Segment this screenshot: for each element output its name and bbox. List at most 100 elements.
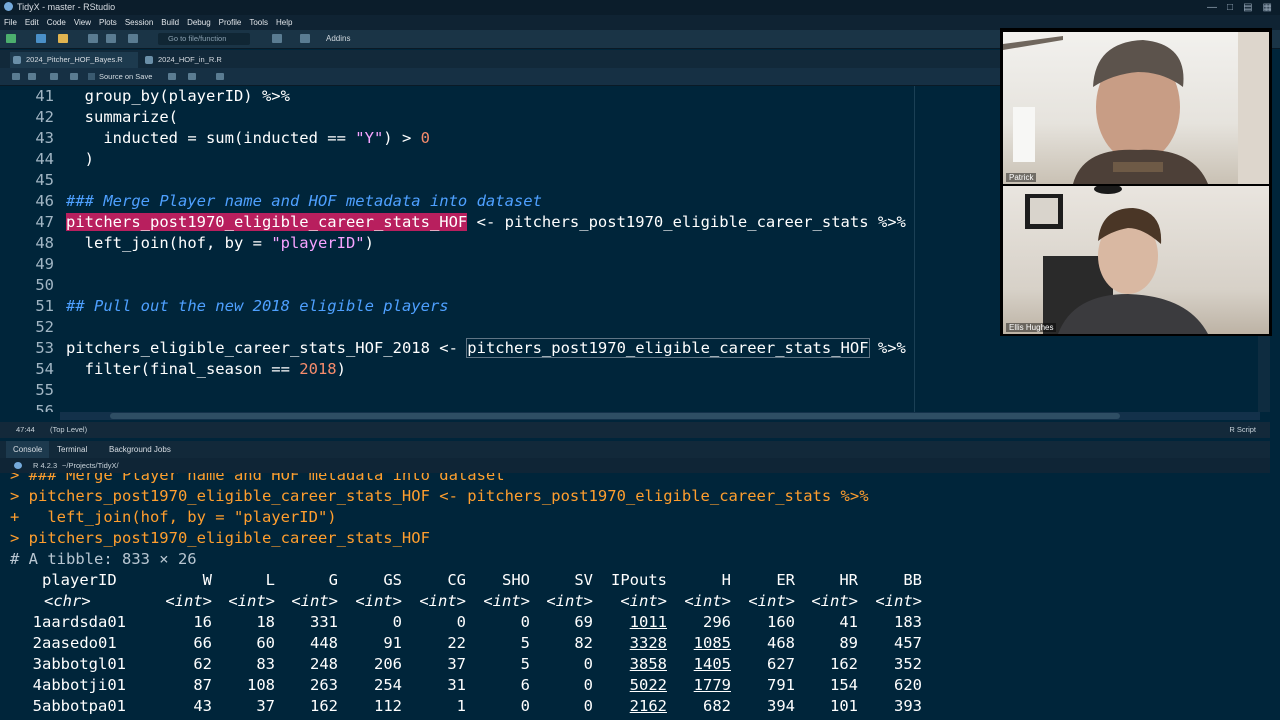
tab-terminal[interactable]: Terminal xyxy=(50,441,94,458)
menu-plots[interactable]: Plots xyxy=(99,18,117,27)
console-path-bar: R 4.2.3 ~/Projects/TidyX/ xyxy=(0,458,1270,473)
row-index: 3 xyxy=(32,655,42,673)
menu-tools[interactable]: Tools xyxy=(249,18,268,27)
grid-icon[interactable]: ▦ xyxy=(1263,0,1272,15)
code-line-54[interactable]: 54 filter(final_season == 2018) xyxy=(0,359,346,380)
player-id-cell: aasedo01 xyxy=(42,634,117,652)
tab-console[interactable]: Console xyxy=(6,441,50,458)
table-cell: 0 xyxy=(392,613,402,631)
vcs-icon[interactable] xyxy=(272,34,282,43)
restore-icon[interactable]: ▤ xyxy=(1243,0,1252,15)
number-literal: 0 xyxy=(420,129,430,147)
code-line-51[interactable]: 51 ## Pull out the new 2018 eligible play… xyxy=(0,296,448,317)
cursor-position: 47:44 xyxy=(16,425,35,434)
code-text: ) xyxy=(66,150,94,168)
menu-file[interactable]: File xyxy=(4,18,17,27)
scope-selector[interactable]: (Top Level) xyxy=(50,422,87,438)
menu-help[interactable]: Help xyxy=(276,18,292,27)
tab-label: 2024_Pitcher_HOF_Bayes.R xyxy=(26,55,123,64)
source-on-save-checkbox[interactable] xyxy=(88,73,95,80)
tab-hof-in-r[interactable]: 2024_HOF_in_R.R xyxy=(142,52,232,68)
addins-menu[interactable]: Addins xyxy=(326,33,350,45)
margin-guide xyxy=(914,86,915,412)
column-type: <int> xyxy=(355,592,402,610)
table-cell: 62 xyxy=(193,655,212,673)
code-line-50[interactable]: 50 xyxy=(0,275,54,296)
person-video-icon xyxy=(1003,32,1269,184)
tibble-summary: # A tibble: 833 × 26 xyxy=(10,550,197,568)
compile-report-icon[interactable] xyxy=(216,73,224,80)
code-line-46[interactable]: 46 ### Merge Player name and HOF metadata… xyxy=(0,191,542,212)
goto-file-input[interactable]: Go to file/function xyxy=(158,33,250,45)
file-type-selector[interactable]: R Script xyxy=(1229,422,1256,438)
console-echo-line: > pitchers_post1970_eligible_career_stat… xyxy=(10,529,430,547)
editor-status-bar: 47:44 (Top Level) R Script xyxy=(0,422,1270,438)
occurrence-highlight: pitchers_post1970_eligible_career_stats_… xyxy=(466,338,870,358)
code-text: filter(final_season == 2018) xyxy=(66,359,346,380)
column-header: SV xyxy=(574,571,593,589)
editor-horizontal-scrollbar[interactable] xyxy=(60,412,1260,420)
table-cell: 627 xyxy=(767,655,795,673)
table-cell: 206 xyxy=(374,655,402,673)
table-cell: 331 xyxy=(310,613,338,631)
table-cell: 160 xyxy=(767,613,795,631)
column-type: <int> xyxy=(165,592,212,610)
code-line-52[interactable]: 52 xyxy=(0,317,54,338)
tab-background-jobs[interactable]: Background Jobs xyxy=(102,441,178,458)
console-output[interactable]: > ### Merge Player name and HOF metadata… xyxy=(0,473,1268,720)
code-line-53[interactable]: 53 pitchers_eligible_career_stats_HOF_201… xyxy=(0,338,906,359)
code-line-56[interactable]: 56 xyxy=(0,401,54,412)
console-echo-line: > ### Merge Player name and HOF metadata… xyxy=(10,473,505,484)
table-cell: 112 xyxy=(374,697,402,715)
layout-icon[interactable] xyxy=(300,34,310,43)
table-cell: 248 xyxy=(310,655,338,673)
code-line-45[interactable]: 45 xyxy=(0,170,54,191)
code-line-44[interactable]: 44 ) xyxy=(0,149,94,170)
search-icon[interactable] xyxy=(168,73,176,80)
print-icon[interactable] xyxy=(128,34,138,43)
scrollbar-thumb[interactable] xyxy=(110,413,1120,419)
tab-pitcher-hof-bayes[interactable]: 2024_Pitcher_HOF_Bayes.R xyxy=(10,52,138,68)
line-number: 48 xyxy=(35,234,54,252)
save-all-icon[interactable] xyxy=(106,34,116,43)
open-file-icon[interactable] xyxy=(58,34,68,43)
forward-icon[interactable] xyxy=(28,73,36,80)
selected-text[interactable]: pitchers_post1970_eligible_career_stats_… xyxy=(66,213,468,231)
wand-icon[interactable] xyxy=(188,73,196,80)
table-cell: 1085 xyxy=(693,634,731,652)
code-text: pitchers_eligible_career_stats_HOF_2018 … xyxy=(66,338,906,359)
table-cell: 37 xyxy=(447,655,466,673)
code-line-41[interactable]: 41 group_by(playerID) %>% xyxy=(0,86,290,107)
code-line-47[interactable]: 47 pitchers_post1970_eligible_career_stat… xyxy=(0,212,906,233)
row-index: 1 xyxy=(32,613,42,631)
code-text: group_by(playerID) %>% xyxy=(66,87,290,105)
save-icon[interactable] xyxy=(70,73,78,80)
menu-view[interactable]: View xyxy=(74,18,91,27)
back-icon[interactable] xyxy=(12,73,20,80)
code-line-42[interactable]: 42 summarize( xyxy=(0,107,178,128)
menu-edit[interactable]: Edit xyxy=(25,18,39,27)
line-number: 56 xyxy=(35,402,54,412)
table-cell: 31 xyxy=(447,676,466,694)
r-file-icon xyxy=(145,56,153,64)
table-cell: 791 xyxy=(767,676,795,694)
maximize-icon[interactable]: □ xyxy=(1227,0,1233,15)
new-project-icon[interactable] xyxy=(36,34,46,43)
code-line-49[interactable]: 49 xyxy=(0,254,54,275)
webcam-patrick: Patrick xyxy=(1003,32,1269,184)
code-text: pitchers_post1970_eligible_career_stats_… xyxy=(66,212,906,233)
new-file-icon[interactable] xyxy=(6,34,16,43)
menu-code[interactable]: Code xyxy=(47,18,66,27)
menu-session[interactable]: Session xyxy=(125,18,153,27)
minimize-icon[interactable]: — xyxy=(1207,0,1217,15)
show-in-window-icon[interactable] xyxy=(50,73,58,80)
menu-debug[interactable]: Debug xyxy=(187,18,211,27)
code-line-55[interactable]: 55 xyxy=(0,380,54,401)
save-icon[interactable] xyxy=(88,34,98,43)
code-line-43[interactable]: 43 inducted = sum(inducted == "Y") > 0 xyxy=(0,128,430,149)
code-line-48[interactable]: 48 left_join(hof, by = "playerID") xyxy=(0,233,374,254)
table-cell: 448 xyxy=(310,634,338,652)
working-directory[interactable]: ~/Projects/TidyX/ xyxy=(62,458,119,473)
menu-profile[interactable]: Profile xyxy=(219,18,242,27)
menu-build[interactable]: Build xyxy=(161,18,179,27)
